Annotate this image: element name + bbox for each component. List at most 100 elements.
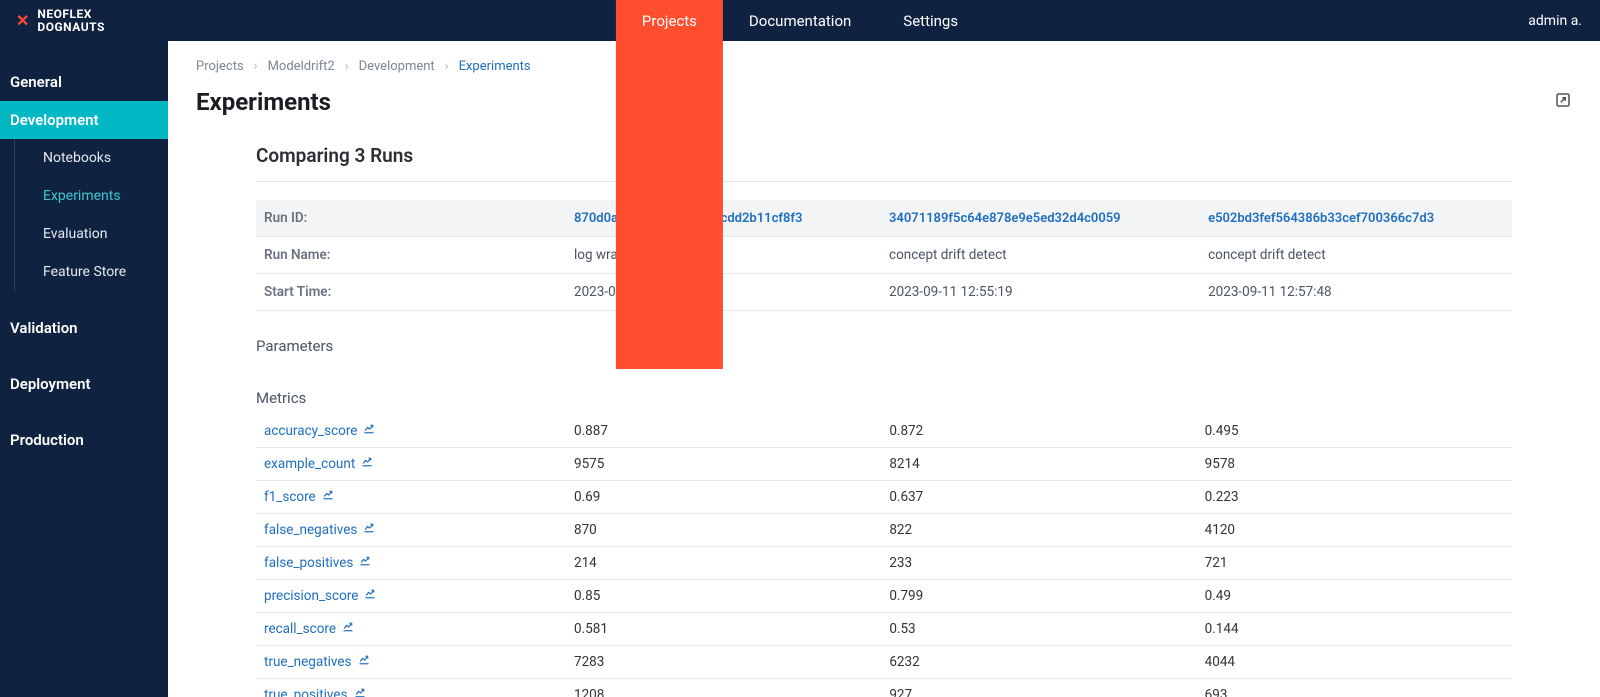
metric-row: recall_score 0.5810.530.144 [256, 613, 1512, 646]
metric-value: 0.887 [566, 415, 881, 448]
metric-value: 214 [566, 547, 881, 580]
sidebar-group-validation[interactable]: Validation [0, 309, 168, 347]
metric-name-cell: false_negatives [256, 514, 566, 547]
metric-link-false_negatives[interactable]: false_negatives [264, 522, 375, 538]
metric-value: 9575 [566, 448, 881, 481]
top-nav: Projects Documentation Settings [616, 0, 984, 369]
run-name-3: concept drift detect [1200, 237, 1512, 274]
brand-logo[interactable]: ✕ NEOFLEXDOGNAUTS [0, 0, 121, 41]
metric-value: 0.144 [1197, 613, 1512, 646]
metrics-section-label: Metrics [256, 379, 1512, 415]
sidebar-group-production[interactable]: Production [0, 421, 168, 459]
crumb-experiments[interactable]: Experiments [459, 59, 531, 74]
user-display-name: admin a. [1528, 13, 1582, 29]
sidebar-item-feature-store[interactable]: Feature Store [33, 253, 168, 291]
metric-value: 0.637 [881, 481, 1196, 514]
metric-value: 0.53 [881, 613, 1196, 646]
metrics-table: accuracy_score 0.8870.8720.495example_co… [256, 415, 1512, 697]
metric-value: 0.495 [1197, 415, 1512, 448]
metric-row: f1_score 0.690.6370.223 [256, 481, 1512, 514]
chart-icon [342, 621, 354, 637]
chart-icon [363, 522, 375, 538]
metric-value: 7283 [566, 646, 881, 679]
start-time-label: Start Time: [256, 274, 566, 311]
nav-projects[interactable]: Projects [616, 0, 723, 369]
sidebar-item-evaluation[interactable]: Evaluation [33, 215, 168, 253]
metric-value: 0.799 [881, 580, 1196, 613]
metric-name-cell: false_positives [256, 547, 566, 580]
logo-text: NEOFLEXDOGNAUTS [37, 8, 104, 33]
sidebar: General Development Notebooks Experiment… [0, 41, 168, 697]
metric-value: 4044 [1197, 646, 1512, 679]
sidebar-group-deployment[interactable]: Deployment [0, 365, 168, 403]
metric-value: 4120 [1197, 514, 1512, 547]
metric-link-recall_score[interactable]: recall_score [264, 621, 354, 637]
metric-name-cell: accuracy_score [256, 415, 566, 448]
chart-icon [363, 423, 375, 439]
metric-row: false_negatives 8708224120 [256, 514, 1512, 547]
user-menu[interactable]: admin a. [1510, 13, 1600, 29]
chart-icon [354, 687, 366, 697]
logo-mark-icon: ✕ [16, 11, 29, 30]
sidebar-item-notebooks[interactable]: Notebooks [33, 139, 168, 177]
metric-name-cell: true_positives [256, 679, 566, 697]
metric-link-true_negatives[interactable]: true_negatives [264, 654, 370, 670]
crumb-model[interactable]: Modeldrift2 [268, 59, 335, 74]
metric-link-example_count[interactable]: example_count [264, 456, 373, 472]
metric-link-precision_score[interactable]: precision_score [264, 588, 376, 604]
sidebar-group-development[interactable]: Development [0, 101, 168, 139]
sidebar-group-general[interactable]: General [0, 63, 168, 101]
metric-value: 927 [881, 679, 1196, 697]
metric-value: 0.872 [881, 415, 1196, 448]
metric-row: example_count 957582149578 [256, 448, 1512, 481]
chart-icon [359, 555, 371, 571]
metric-value: 8214 [881, 448, 1196, 481]
sidebar-item-experiments[interactable]: Experiments [33, 177, 168, 215]
chevron-right-icon: › [345, 59, 349, 74]
nav-settings[interactable]: Settings [877, 0, 984, 369]
metric-value: 822 [881, 514, 1196, 547]
metric-link-true_positives[interactable]: true_positives [264, 687, 366, 697]
crumb-development[interactable]: Development [359, 59, 435, 74]
run-id-label: Run ID: [256, 200, 566, 237]
metric-value: 721 [1197, 547, 1512, 580]
metric-value: 0.49 [1197, 580, 1512, 613]
metric-value: 870 [566, 514, 881, 547]
nav-documentation[interactable]: Documentation [723, 0, 877, 369]
metric-value: 0.69 [566, 481, 881, 514]
page-title: Experiments [196, 88, 331, 116]
metric-link-false_positives[interactable]: false_positives [264, 555, 371, 571]
topbar: ✕ NEOFLEXDOGNAUTS Projects Documentation… [0, 0, 1600, 41]
metric-row: true_negatives 728362324044 [256, 646, 1512, 679]
metric-link-f1_score[interactable]: f1_score [264, 489, 334, 505]
metric-row: true_positives 1208927693 [256, 679, 1512, 697]
crumb-projects[interactable]: Projects [196, 59, 244, 74]
chart-icon [322, 489, 334, 505]
metric-name-cell: example_count [256, 448, 566, 481]
metric-value: 6232 [881, 646, 1196, 679]
metric-name-cell: recall_score [256, 613, 566, 646]
metric-value: 0.223 [1197, 481, 1512, 514]
metric-value: 1208 [566, 679, 881, 697]
run-id-link-3[interactable]: e502bd3fef564386b33cef700366c7d3 [1208, 211, 1434, 226]
run-name-label: Run Name: [256, 237, 566, 274]
chart-icon [364, 588, 376, 604]
metric-value: 233 [881, 547, 1196, 580]
chart-icon [361, 456, 373, 472]
chevron-right-icon: › [445, 59, 449, 74]
metric-row: accuracy_score 0.8870.8720.495 [256, 415, 1512, 448]
metric-name-cell: true_negatives [256, 646, 566, 679]
chevron-right-icon: › [254, 59, 258, 74]
metric-name-cell: f1_score [256, 481, 566, 514]
metric-link-accuracy_score[interactable]: accuracy_score [264, 423, 375, 439]
metric-value: 0.85 [566, 580, 881, 613]
metric-value: 9578 [1197, 448, 1512, 481]
open-external-icon[interactable] [1554, 91, 1572, 113]
start-time-3: 2023-09-11 12:57:48 [1200, 274, 1512, 311]
metric-row: precision_score 0.850.7990.49 [256, 580, 1512, 613]
metric-value: 0.581 [566, 613, 881, 646]
sidebar-sub-development: Notebooks Experiments Evaluation Feature… [14, 139, 168, 291]
chart-icon [358, 654, 370, 670]
metric-row: false_positives 214233721 [256, 547, 1512, 580]
metric-value: 693 [1197, 679, 1512, 697]
